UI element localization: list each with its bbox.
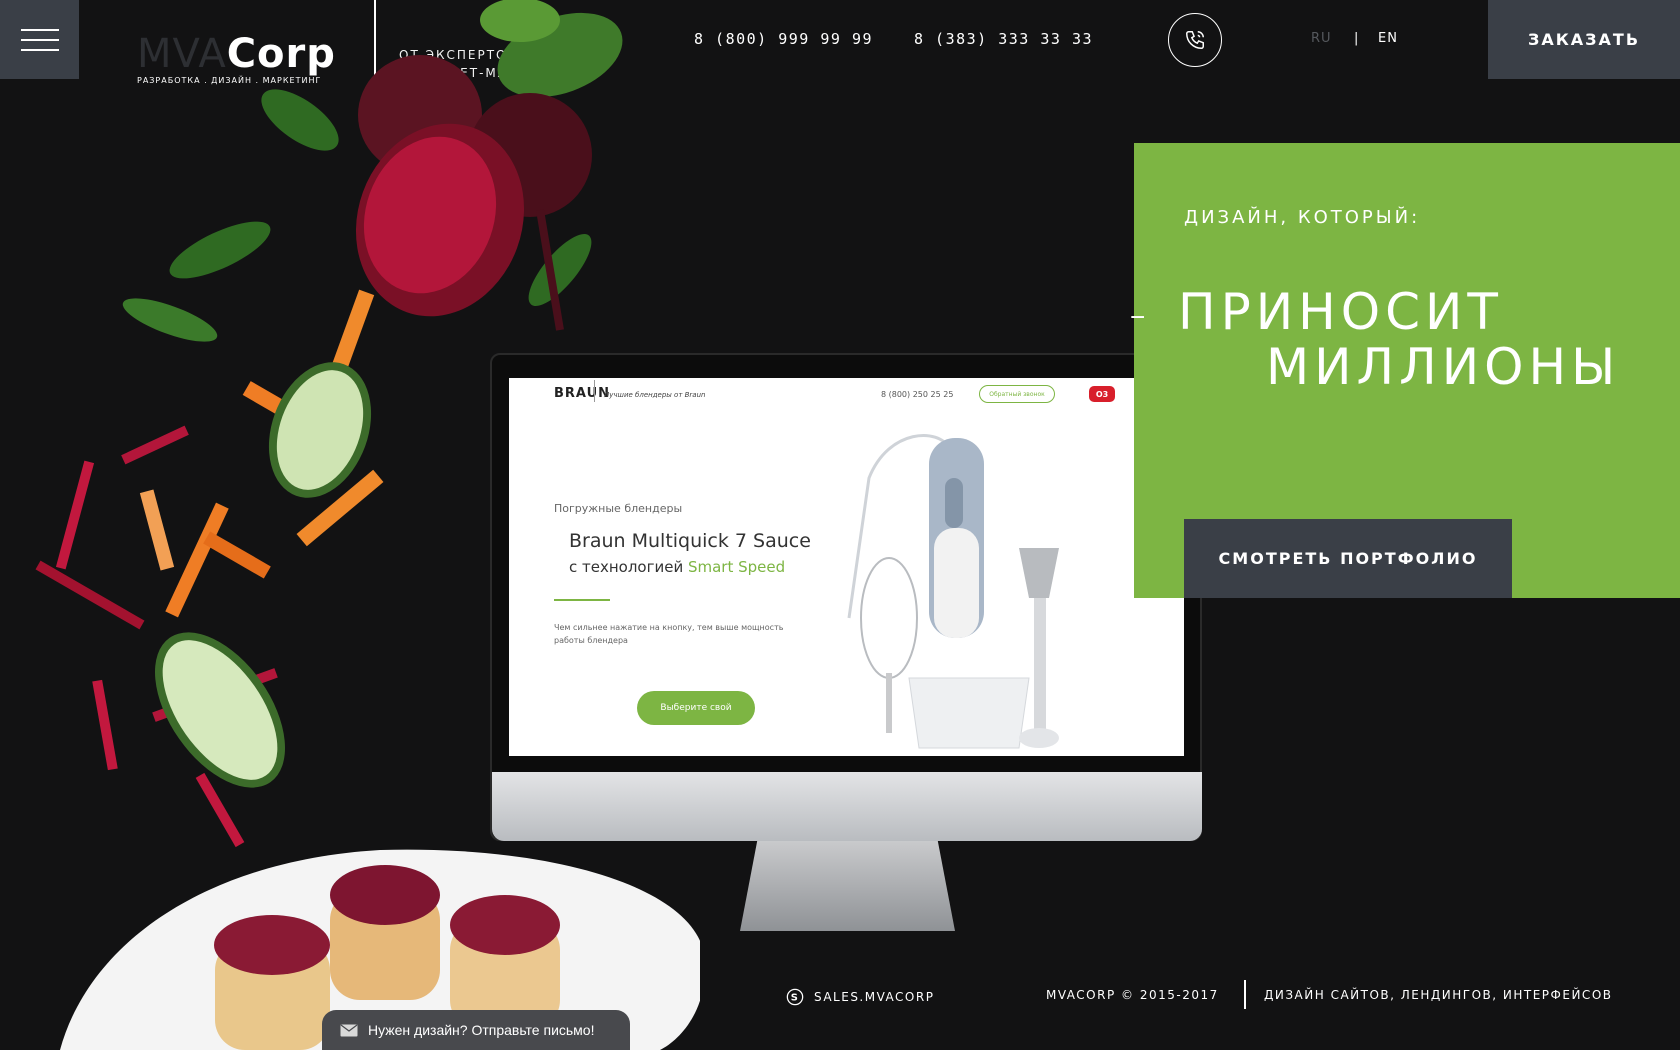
skype-link[interactable]: S SALES.MVACORP bbox=[786, 988, 934, 1006]
skype-handle: SALES.MVACORP bbox=[814, 990, 935, 1004]
mail-label: Нужен дизайн? Отправьте письмо! bbox=[368, 1022, 595, 1038]
mockup-subtitle: с технологией Smart Speed bbox=[569, 558, 785, 576]
blender-illustration bbox=[847, 434, 1059, 749]
cucumber-slices bbox=[154, 362, 372, 788]
mockup-phone: 8 (800) 250 25 25 bbox=[881, 390, 954, 399]
mockup-callback-button: Обратный звонок bbox=[979, 385, 1055, 403]
portfolio-screen: BRAUN Лучшие блендеры от Braun 8 (800) 2… bbox=[509, 378, 1184, 756]
mockup-cta-button: Выберите свой bbox=[637, 691, 755, 725]
footer-tagline: ДИЗАЙН САЙТОВ, ЛЕНДИНГОВ, ИНТЕРФЕЙСОВ bbox=[1264, 988, 1613, 1002]
phone-number-2[interactable]: 8 (383) 333 33 33 bbox=[914, 30, 1093, 48]
order-button[interactable]: ЗАКАЗАТЬ bbox=[1488, 0, 1680, 79]
view-portfolio-button[interactable]: СМОТРЕТЬ ПОРТФОЛИО bbox=[1184, 519, 1512, 598]
phone-number-1[interactable]: 8 (800) 999 99 99 bbox=[694, 30, 873, 48]
phone-icon bbox=[1186, 31, 1204, 49]
svg-text:S: S bbox=[791, 993, 799, 1004]
mockup-badge: О3 bbox=[1089, 386, 1115, 402]
mockup-brand-logo: BRAUN bbox=[554, 386, 611, 401]
monitor-chin bbox=[492, 772, 1202, 841]
lang-separator: | bbox=[1354, 31, 1360, 46]
mockup-description: Чем сильнее нажатие на кнопку, тем выше … bbox=[554, 623, 784, 645]
mockup-subtitle-prefix: с технологией bbox=[569, 558, 688, 576]
hero-dash: - bbox=[1129, 286, 1151, 342]
mockup-subtitle-accent: Smart Speed bbox=[687, 558, 786, 576]
send-mail-bar[interactable]: Нужен дизайн? Отправьте письмо! bbox=[322, 1010, 630, 1050]
mail-icon bbox=[340, 1024, 358, 1036]
monitor-stand bbox=[740, 841, 955, 931]
mockup-title: Braun Multiquick 7 Sauce bbox=[569, 530, 811, 552]
skype-icon: S bbox=[786, 988, 804, 1006]
lang-en[interactable]: EN bbox=[1378, 31, 1398, 46]
footer-copyright: MVACORP © 2015-2017 bbox=[1046, 988, 1219, 1002]
footer-divider bbox=[1244, 980, 1246, 1009]
hero-headline-line2: МИЛЛИОНЫ bbox=[1266, 338, 1621, 396]
mockup-category: Погружные блендеры bbox=[554, 502, 683, 515]
hero-headline-line1: ПРИНОСИТ bbox=[1178, 283, 1503, 341]
mockup-tagline: Лучшие блендеры от Braun bbox=[604, 391, 706, 399]
hero-eyebrow: ДИЗАЙН, КОТОРЫЙ: bbox=[1184, 207, 1421, 228]
mockup-rule bbox=[554, 599, 610, 601]
call-button[interactable] bbox=[1168, 13, 1222, 67]
mockup-logo-divider bbox=[594, 380, 595, 402]
lang-ru[interactable]: RU bbox=[1311, 31, 1332, 46]
